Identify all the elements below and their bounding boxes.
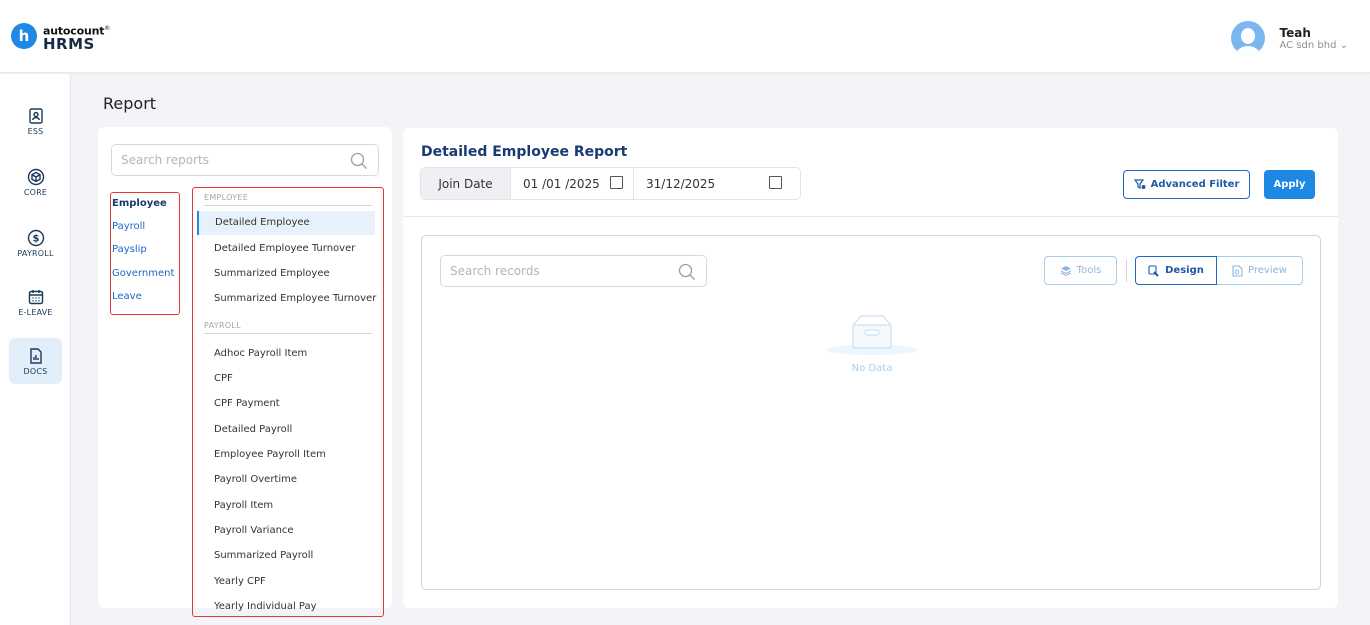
- report-item[interactable]: Employee Payroll Item: [214, 449, 326, 460]
- report-item[interactable]: Summarized Employee: [214, 268, 330, 279]
- report-item[interactable]: Summarized Employee Turnover: [214, 293, 376, 304]
- sidebar-label: CORE: [23, 187, 48, 197]
- sidebar-item-core[interactable]: CORE: [9, 159, 62, 205]
- sidebar-item-docs[interactable]: DOCS: [9, 338, 62, 384]
- report-item[interactable]: Summarized Payroll: [214, 550, 313, 561]
- design-label: Design: [1165, 265, 1204, 276]
- date-to-value: 31/12/2025: [646, 176, 716, 191]
- logo-registered: ®: [104, 25, 111, 32]
- filter-label[interactable]: Join Date: [421, 168, 511, 199]
- date-from-value: 01 /01 /2025: [523, 176, 600, 191]
- report-detail-panel: Detailed Employee Report Join Date 01 /0…: [403, 128, 1338, 608]
- dollar-coin-icon: $: [27, 229, 44, 246]
- sidebar-item-e-leave[interactable]: E-LEAVE: [9, 279, 62, 325]
- preview-button[interactable]: Preview: [1217, 256, 1303, 285]
- design-preview-toggle: Design Preview: [1135, 256, 1303, 285]
- toolbar-separator: [1126, 260, 1127, 282]
- search-icon[interactable]: [678, 263, 696, 281]
- sidebar-label: E-LEAVE: [18, 307, 53, 317]
- calendar-icon[interactable]: [610, 176, 623, 189]
- empty-box-icon: [826, 315, 918, 355]
- report-item[interactable]: Yearly Individual Pay: [214, 601, 317, 612]
- search-records-box: [440, 255, 707, 287]
- date-to-field[interactable]: 31/12/2025: [634, 168, 800, 199]
- category-leave[interactable]: Leave: [112, 291, 142, 302]
- sidebar-label: PAYROLL: [17, 248, 54, 258]
- report-title: Detailed Employee Report: [421, 144, 628, 160]
- search-records-input[interactable]: [450, 264, 670, 278]
- report-item[interactable]: Detailed Employee Turnover: [214, 243, 355, 254]
- layers-icon: [1060, 266, 1071, 276]
- date-from-field[interactable]: 01 /01 /2025: [511, 168, 634, 199]
- section-header-payroll: PAYROLL: [204, 321, 372, 334]
- id-badge-icon: [28, 107, 43, 124]
- avatar[interactable]: [1231, 21, 1266, 55]
- section-header-employee: EMPLOYEE: [204, 193, 372, 206]
- advanced-filter-button[interactable]: Advanced Filter: [1123, 170, 1250, 199]
- sidebar-item-payroll[interactable]: $ PAYROLL: [9, 220, 62, 266]
- category-list: Employee Payroll Payslip Government Leav…: [110, 192, 180, 315]
- report-list-panel: Employee Payroll Payslip Government Leav…: [98, 127, 392, 617]
- logo-mark: h: [11, 23, 37, 50]
- category-government[interactable]: Government: [112, 268, 174, 279]
- user-company: AC sdn bhd: [1279, 39, 1337, 51]
- calendar-icon: [28, 289, 43, 304]
- apply-button[interactable]: Apply: [1264, 170, 1315, 199]
- report-list: EMPLOYEE Detailed Employee Detailed Empl…: [192, 187, 384, 617]
- sidebar-label: DOCS: [23, 366, 48, 376]
- report-item[interactable]: CPF Payment: [214, 398, 280, 409]
- preview-label: Preview: [1248, 265, 1287, 276]
- svg-text:$: $: [32, 233, 39, 244]
- filter-icon: [1133, 179, 1146, 189]
- calendar-icon[interactable]: [769, 176, 782, 189]
- divider: [403, 216, 1338, 217]
- report-item[interactable]: Payroll Item: [214, 500, 273, 511]
- report-item[interactable]: Payroll Variance: [214, 525, 294, 536]
- chart-document-icon: [29, 347, 42, 364]
- report-item[interactable]: Yearly CPF: [214, 576, 266, 587]
- search-icon[interactable]: [350, 152, 368, 170]
- empty-state-text: No Data: [851, 363, 893, 374]
- user-menu[interactable]: Teah AC sdn bhd ⌄: [1231, 21, 1348, 55]
- report-item-detailed-employee[interactable]: Detailed Employee: [197, 211, 375, 235]
- cube-icon: [27, 168, 44, 185]
- empty-state: No Data: [822, 311, 922, 374]
- chevron-down-icon: ⌄: [1339, 39, 1348, 51]
- search-reports-box: [111, 144, 379, 176]
- report-item[interactable]: Payroll Overtime: [214, 474, 297, 485]
- search-reports-input[interactable]: [121, 153, 341, 167]
- advanced-filter-label: Advanced Filter: [1150, 179, 1240, 190]
- page-title: Report: [103, 94, 157, 113]
- report-item[interactable]: CPF: [214, 373, 233, 384]
- tools-button[interactable]: Tools: [1044, 256, 1117, 285]
- category-payslip[interactable]: Payslip: [112, 244, 147, 255]
- preview-icon: [1232, 264, 1243, 277]
- user-name: Teah: [1279, 25, 1311, 40]
- date-filter: Join Date 01 /01 /2025 31/12/2025: [420, 167, 801, 200]
- report-item[interactable]: Adhoc Payroll Item: [214, 348, 307, 359]
- sidebar-label: ESS: [27, 126, 44, 136]
- design-button[interactable]: Design: [1135, 256, 1217, 285]
- design-icon: [1148, 264, 1159, 277]
- top-header: h autocount® HRMS Teah AC sdn bhd ⌄: [0, 0, 1370, 73]
- records-panel: Tools Design Preview No Data: [421, 235, 1321, 590]
- app-logo[interactable]: h autocount® HRMS: [11, 23, 111, 53]
- sidebar: ESS CORE $ PAYROLL E-LEAVE DOCS: [0, 74, 71, 625]
- tools-label: Tools: [1076, 265, 1102, 276]
- logo-product: HRMS: [43, 34, 95, 53]
- category-employee[interactable]: Employee: [112, 198, 167, 209]
- sidebar-item-ess[interactable]: ESS: [9, 98, 62, 144]
- report-item[interactable]: Detailed Payroll: [214, 424, 292, 435]
- category-payroll[interactable]: Payroll: [112, 221, 145, 232]
